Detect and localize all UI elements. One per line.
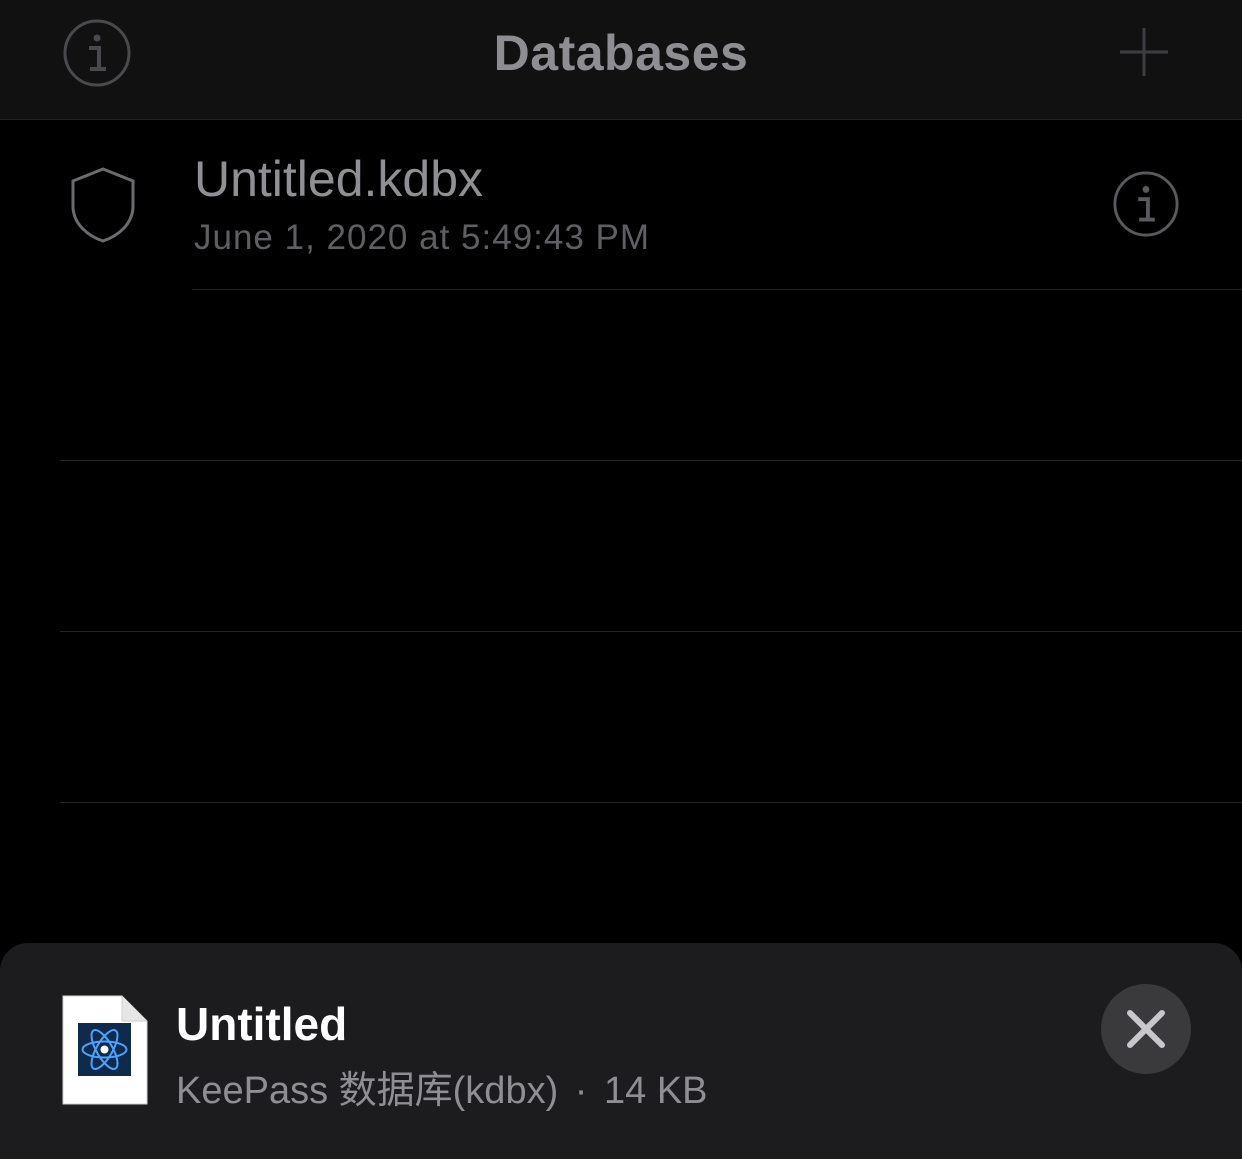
file-type: KeePass 数据库(kdbx) <box>176 1070 559 1112</box>
database-info-button[interactable] <box>1112 170 1180 238</box>
row-separator <box>60 802 1242 803</box>
close-button[interactable] <box>1101 984 1191 1074</box>
database-row[interactable]: Untitled.kdbx June 1, 2020 at 5:49:43 PM <box>0 120 1242 290</box>
info-icon <box>1113 171 1179 237</box>
meta-separator: · <box>574 1070 588 1112</box>
file-title: Untitled <box>176 998 348 1050</box>
add-database-button[interactable] <box>1118 26 1170 78</box>
database-name: Untitled.kdbx <box>194 151 484 207</box>
file-share-sheet: Untitled KeePass 数据库(kdbx) · 14 KB <box>0 943 1242 1159</box>
row-separator <box>60 631 1242 632</box>
close-icon <box>1127 1010 1165 1048</box>
database-modified-date: June 1, 2020 at 5:49:43 PM <box>194 218 651 257</box>
file-metadata: KeePass 数据库(kdbx) · 14 KB <box>176 1059 708 1114</box>
page-title: Databases <box>493 25 749 81</box>
navigation-bar: Databases <box>0 0 1242 120</box>
row-separator <box>60 460 1242 461</box>
file-size: 14 KB <box>604 1070 708 1112</box>
shield-icon <box>71 167 135 243</box>
plus-icon <box>1120 28 1168 76</box>
keepass-document-icon <box>62 995 148 1105</box>
row-separator <box>192 289 1242 290</box>
